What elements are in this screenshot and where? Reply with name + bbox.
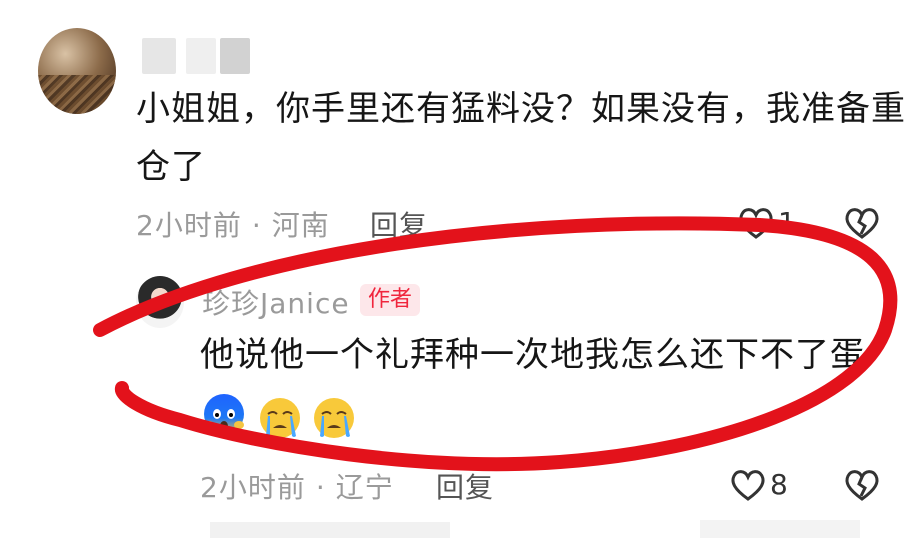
red-circle-annotation [93,216,898,472]
